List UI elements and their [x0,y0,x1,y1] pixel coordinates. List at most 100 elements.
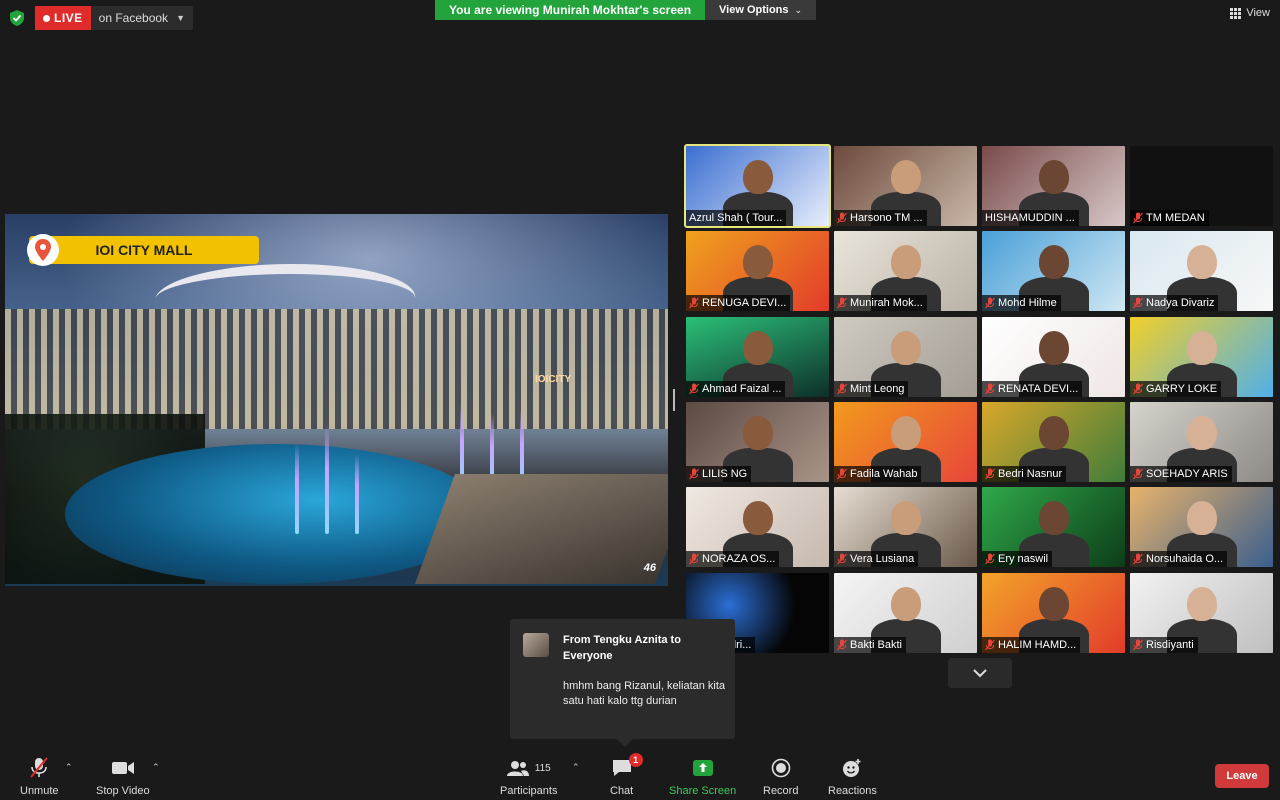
chevron-down-icon: ⌄ [794,4,803,15]
participant-name: Ahmad Faizal ... [702,383,782,395]
participant-tile[interactable]: LILIS NG [686,402,829,482]
stream-platform-dropdown[interactable]: on Facebook ▼ [91,6,193,30]
participant-head [742,160,773,194]
splitter-handle[interactable] [673,389,675,411]
mic-muted-icon [689,297,699,309]
participant-tile[interactable]: Munirah Mok... [834,231,977,311]
participant-head [1038,245,1069,279]
participant-nameplate: SOEHADY ARIS [1130,466,1232,482]
participant-tile[interactable]: TM MEDAN [1130,146,1273,226]
participant-tile[interactable]: Mint Leong [834,317,977,397]
participant-name: Norsuhaida O... [1146,553,1224,565]
participant-tile[interactable]: RENATA DEVI... [982,317,1125,397]
location-pin-icon [27,234,59,266]
participant-name: SOEHADY ARIS [1146,468,1228,480]
participant-nameplate: Ery naswil [982,551,1053,567]
chat-notification[interactable]: From Tengku Aznita to Everyone hmhm bang… [510,619,735,747]
participant-nameplate: Azrul Shah ( Tour... [686,210,787,226]
participant-tile[interactable]: HALIM HAMD... [982,573,1125,653]
participants-options-caret-icon[interactable]: ⌃ [572,762,580,773]
participant-tile[interactable]: RENUGA DEVI... [686,231,829,311]
participant-tile[interactable]: Harsono TM ... [834,146,977,226]
viewing-banner: You are viewing Munirah Mokhtar's screen… [435,0,817,20]
participant-tile[interactable]: Bakti Bakti [834,573,977,653]
participant-nameplate: TM MEDAN [1130,210,1209,226]
stream-platform-label: on Facebook [98,11,169,25]
participant-tile[interactable]: NORAZA OS... [686,487,829,567]
participant-head [742,245,773,279]
participant-name: GARRY LOKE [1146,383,1218,395]
reactions-emoji-icon [843,759,861,777]
live-dot-icon [43,14,50,22]
chat-button[interactable]: 1 Chat [610,753,643,797]
live-stream-indicator[interactable]: LIVE on Facebook ▼ [35,6,193,30]
participant-head [742,501,773,535]
participant-tile[interactable]: Fadila Wahab [834,402,977,482]
participant-name: LILIS NG [702,468,748,480]
video-camera-icon [111,762,134,774]
participant-nameplate: Risdiyanti [1130,637,1198,653]
participant-nameplate: RENUGA DEVI... [686,295,791,311]
participant-tile[interactable]: Risdiyanti [1130,573,1273,653]
participant-name: Azrul Shah ( Tour... [689,212,783,224]
share-screen-button[interactable]: Share Screen [669,757,736,797]
participant-name: HALIM HAMD... [998,639,1077,651]
record-button[interactable]: Record [763,757,798,797]
mic-muted-icon [837,383,847,395]
stop-video-label: Stop Video [96,785,150,797]
fountain-jet [355,454,359,534]
fountain-jet [295,444,299,534]
unmute-button[interactable]: Unmute [20,757,59,797]
reactions-button[interactable]: Reactions [828,757,877,797]
participant-tile[interactable]: Norsuhaida O... [1130,487,1273,567]
participant-tile[interactable]: Nadya Divariz [1130,231,1273,311]
mic-muted-icon [837,212,847,224]
participant-tile[interactable]: GARRY LOKE [1130,317,1273,397]
participant-nameplate: Ahmad Faizal ... [686,381,786,397]
participant-tile[interactable]: SOEHADY ARIS [1130,402,1273,482]
view-layout-button[interactable]: View [1230,7,1270,19]
participant-name: Munirah Mok... [850,297,923,309]
participant-tile[interactable]: Ahmad Faizal ... [686,317,829,397]
participant-head [1038,331,1069,365]
participant-tile[interactable]: HISHAMUDDIN ... [982,146,1125,226]
grid-view-icon [1230,7,1242,19]
walkway-deck [414,474,668,584]
participant-name: Nadya Divariz [1146,297,1215,309]
participant-tile[interactable]: Azrul Shah ( Tour... [684,144,831,228]
stop-video-button[interactable]: Stop Video [96,757,150,797]
view-options-button[interactable]: View Options ⌄ [705,0,817,20]
view-options-label: View Options [719,4,789,16]
participants-button[interactable]: 115 Participants [500,757,557,797]
record-icon [771,758,791,778]
participant-head [1038,160,1069,194]
audio-options-caret-icon[interactable]: ⌃ [65,762,73,773]
security-shield-icon[interactable] [8,9,26,27]
leave-button[interactable]: Leave [1215,764,1269,788]
video-options-caret-icon[interactable]: ⌃ [152,762,160,773]
participant-nameplate: Mint Leong [834,381,909,397]
location-label: IOI CITY MALL [29,236,259,264]
participant-tile[interactable]: Bedri Nasnur [982,402,1125,482]
participant-nameplate: Vera Lusiana [834,551,919,567]
participant-head [1186,501,1217,535]
participant-head [1186,587,1217,621]
participant-tile[interactable]: Vera Lusiana [834,487,977,567]
participant-tile[interactable]: Ery naswil [982,487,1125,567]
participant-nameplate: Bakti Bakti [834,637,906,653]
participants-label: Participants [500,785,558,797]
live-badge: LIVE [35,6,91,30]
mic-muted-icon [1133,383,1143,395]
participant-name: Bakti Bakti [850,639,902,651]
participant-nameplate: RENATA DEVI... [982,381,1083,397]
gallery-next-page-button[interactable] [948,658,1012,688]
participant-head [742,331,773,365]
participant-name: Ery naswil [998,553,1049,565]
participants-count: 115 [534,762,551,774]
shared-screen[interactable]: IOICITY IOI CITY MALL 46 [5,214,668,586]
participant-nameplate: HISHAMUDDIN ... [982,210,1079,226]
unmute-label: Unmute [20,785,59,797]
participant-name: RENATA DEVI... [998,383,1079,395]
participant-tile[interactable]: Mohd Hilme [982,231,1125,311]
mic-muted-icon [30,757,49,778]
